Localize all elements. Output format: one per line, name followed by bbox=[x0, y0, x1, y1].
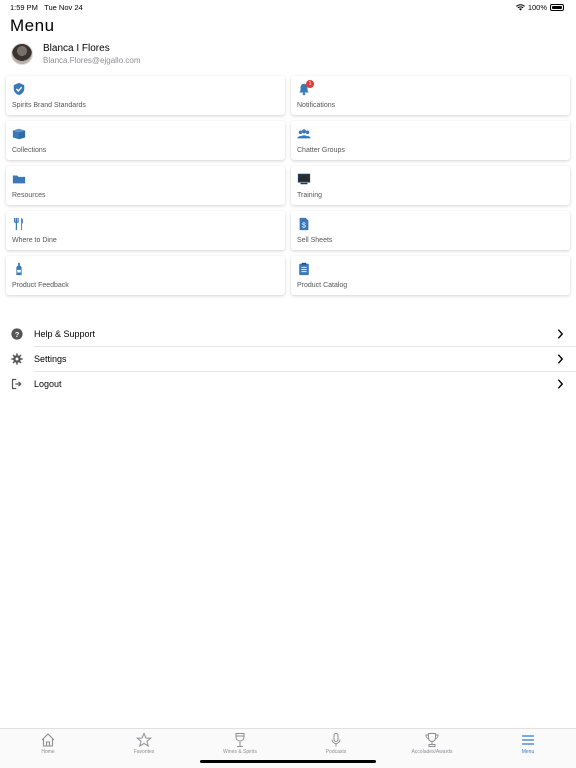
home-indicator[interactable] bbox=[200, 760, 376, 763]
tab-home[interactable]: Home bbox=[0, 729, 96, 768]
tab-label: Home bbox=[41, 749, 55, 755]
tile-notifications[interactable]: 1 Notifications bbox=[291, 76, 570, 115]
star-icon bbox=[136, 732, 152, 748]
tab-accolades-awards[interactable]: Accolades/Awards bbox=[384, 729, 480, 768]
tab-label: Menu bbox=[521, 749, 535, 755]
tile-label: Collections bbox=[12, 147, 47, 154]
menu-tile-grid: Spirits Brand Standards 1 Notifications … bbox=[6, 76, 570, 295]
tile-sell-sheets[interactable]: $ Sell Sheets bbox=[291, 211, 570, 250]
battery-percent: 100% bbox=[527, 3, 547, 12]
tile-label: Resources bbox=[12, 192, 46, 199]
svg-text:$: $ bbox=[302, 223, 306, 230]
folder-icon bbox=[12, 175, 26, 184]
tile-label: Sell Sheets bbox=[297, 237, 333, 244]
tile-training[interactable]: Training bbox=[291, 166, 570, 205]
status-bar: 1:59 PM Tue Nov 24 100% bbox=[0, 0, 576, 14]
tab-label: Accolades/Awards bbox=[411, 749, 453, 755]
gear-icon bbox=[11, 353, 23, 365]
clipboard-list-icon bbox=[299, 262, 309, 276]
dollar-doc-icon: $ bbox=[299, 217, 309, 231]
tab-label: Wines & Spirits bbox=[223, 749, 257, 755]
wifi-icon bbox=[515, 4, 525, 11]
tile-product-catalog[interactable]: Product Catalog bbox=[291, 256, 570, 295]
status-time: 1:59 PM Tue Nov 24 bbox=[10, 3, 83, 12]
profile-name: Blanca I Flores bbox=[43, 43, 110, 54]
tile-collections[interactable]: Collections bbox=[6, 121, 285, 160]
tile-chatter-groups[interactable]: Chatter Groups bbox=[291, 121, 570, 160]
avatar bbox=[11, 43, 33, 65]
shield-check-icon bbox=[13, 82, 25, 96]
logout-icon bbox=[11, 378, 22, 390]
menu-settings[interactable]: Settings bbox=[0, 347, 576, 372]
monitor-icon bbox=[297, 173, 311, 185]
battery-icon bbox=[550, 4, 564, 11]
microphone-icon bbox=[331, 733, 341, 747]
box-icon bbox=[12, 128, 26, 140]
tile-label: Spirits Brand Standards bbox=[12, 102, 86, 109]
menu-help-support[interactable]: ? Help & Support bbox=[0, 322, 576, 347]
tab-favorites[interactable]: Favorites bbox=[96, 729, 192, 768]
tab-menu[interactable]: Menu bbox=[480, 729, 576, 768]
tile-label: Where to Dine bbox=[12, 237, 57, 244]
hamburger-icon bbox=[522, 735, 534, 745]
svg-text:?: ? bbox=[15, 330, 20, 339]
menu-label: Help & Support bbox=[34, 329, 96, 339]
tile-label: Notifications bbox=[297, 102, 336, 109]
chevron-right-icon bbox=[557, 379, 564, 389]
menu-logout[interactable]: Logout bbox=[0, 372, 576, 397]
tile-spirits-brand-standards[interactable]: Spirits Brand Standards bbox=[6, 76, 285, 115]
profile-header[interactable]: Blanca I Flores Blanca.Flores@ejgallo.co… bbox=[11, 43, 141, 65]
tile-label: Training bbox=[297, 192, 323, 199]
tile-resources[interactable]: Resources bbox=[6, 166, 285, 205]
question-circle-icon: ? bbox=[11, 328, 23, 340]
tab-label: Favorites bbox=[133, 749, 155, 755]
home-icon bbox=[41, 733, 55, 747]
tile-product-feedback[interactable]: Product Feedback bbox=[6, 256, 285, 295]
tile-label: Product Catalog bbox=[297, 282, 348, 289]
status-right: 100% bbox=[515, 3, 564, 12]
tile-label: Chatter Groups bbox=[297, 147, 345, 154]
page-title: Menu bbox=[10, 16, 55, 35]
settings-list: ? Help & Support Settings Logout bbox=[0, 322, 576, 397]
fork-knife-icon bbox=[14, 217, 23, 231]
chevron-right-icon bbox=[557, 329, 564, 339]
bottle-icon bbox=[16, 262, 22, 276]
tab-label: Podcasts bbox=[325, 749, 347, 755]
tile-where-to-dine[interactable]: Where to Dine bbox=[6, 211, 285, 250]
trophy-icon bbox=[425, 733, 439, 747]
menu-label: Settings bbox=[34, 354, 67, 364]
menu-label: Logout bbox=[34, 379, 62, 389]
chevron-right-icon bbox=[557, 354, 564, 364]
notification-badge: 1 bbox=[306, 80, 314, 88]
glass-icon bbox=[235, 733, 245, 747]
people-icon bbox=[297, 129, 311, 139]
tile-label: Product Feedback bbox=[12, 282, 69, 289]
profile-email: Blanca.Flores@ejgallo.com bbox=[43, 56, 141, 65]
